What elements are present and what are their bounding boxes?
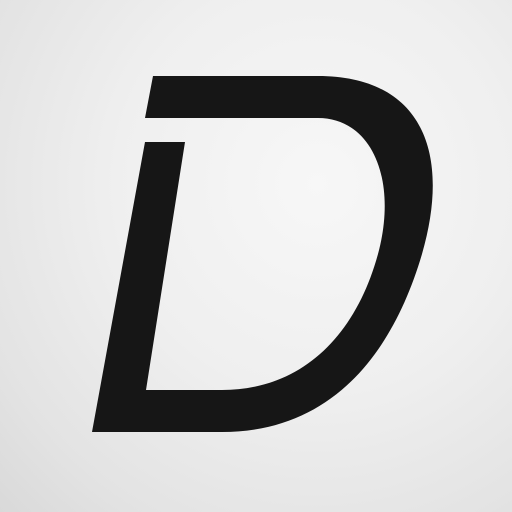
d-letterform xyxy=(92,76,433,432)
letter-d-logo-icon xyxy=(92,76,433,432)
app-icon xyxy=(0,0,512,512)
